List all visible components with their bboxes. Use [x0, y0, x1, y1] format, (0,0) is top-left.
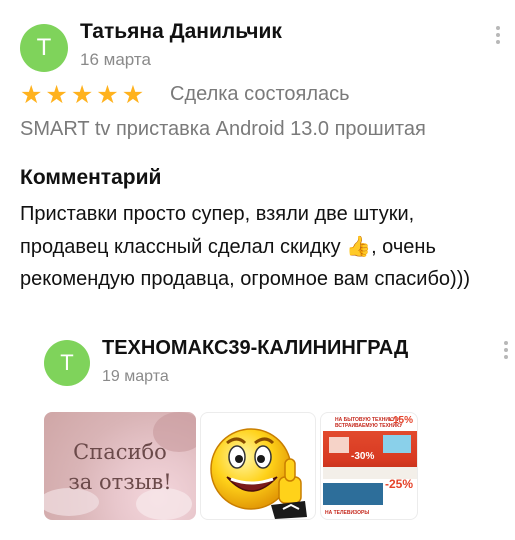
author-avatar-initial: Т [36, 34, 52, 61]
product-title[interactable]: SMART tv приставка Android 13.0 прошитая [20, 118, 426, 141]
promo-discount-top: -15% [389, 415, 413, 426]
smiley-thumbs-up-icon [210, 428, 307, 519]
deal-status: Сделка состоялась [170, 83, 350, 105]
promo-tv-image [323, 483, 383, 505]
avito-logo-icon [433, 510, 454, 526]
star-icon: ★ [121, 80, 145, 109]
reply-date: 19 марта [102, 368, 169, 385]
avito-watermark-text: Avito [456, 508, 503, 529]
photo-thank-you[interactable]: Спасибо за отзыв! [44, 412, 196, 520]
star-icon: ★ [96, 80, 119, 109]
author-avatar[interactable]: Т [20, 24, 68, 72]
seller-name[interactable]: ТЕХНОМАКС39-КАЛИНИНГРАД [102, 337, 408, 360]
promo-kitchen-image: -30% [323, 431, 417, 479]
star-icon: ★ [45, 80, 68, 109]
review-date: 16 марта [80, 50, 151, 69]
photo-smiley[interactable] [200, 412, 316, 520]
star-icon: ★ [70, 80, 94, 109]
flower-decoration [44, 412, 196, 520]
photo-caption-line1: Спасибо [73, 440, 167, 464]
seller-avatar-initial: Т [60, 350, 74, 375]
author-name[interactable]: Татьяна Данильчик [80, 20, 282, 44]
comment-text: Приставки просто супер, взяли две штуки,… [20, 198, 500, 295]
photo-promo-banner[interactable]: НА БЫТОВУЮ ТЕХНИКУ И ВСТРАИВАЕМУЮ ТЕХНИК… [320, 412, 418, 520]
avito-watermark: Avito [433, 508, 503, 530]
rating-stars: ★ ★ ★ ★ ★ [20, 82, 144, 108]
review-more-icon[interactable] [495, 26, 501, 44]
seller-avatar[interactable]: Т [44, 340, 90, 386]
thumbs-up-icon: 👍 [346, 234, 372, 258]
star-icon: ★ [20, 80, 43, 109]
photo-caption-line2: за отзыв! [68, 470, 172, 494]
reply-more-icon[interactable] [503, 341, 509, 359]
comment-heading: Комментарий [20, 166, 162, 189]
promo-discount-mid: -30% [351, 451, 375, 462]
promo-label-bottom: НА ТЕЛЕВИЗОРЫ [325, 510, 370, 516]
promo-discount-bottom: -25% [384, 477, 413, 491]
